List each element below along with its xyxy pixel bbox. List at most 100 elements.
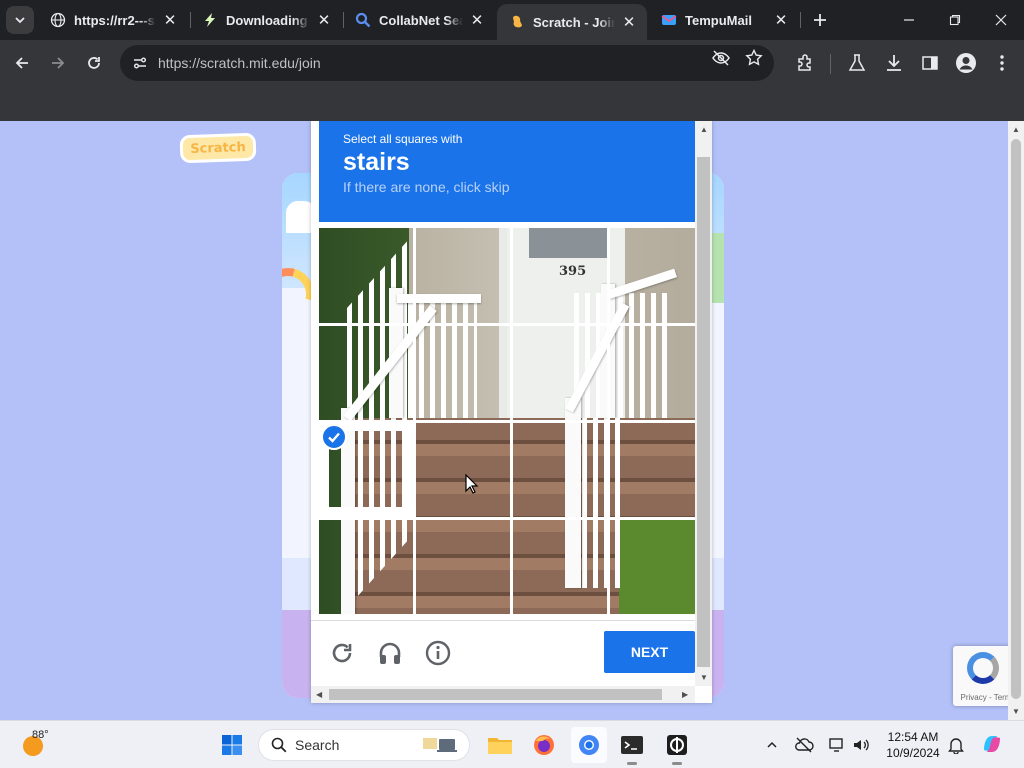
- tray-chevron-up-icon[interactable]: [762, 735, 782, 755]
- site-info-icon[interactable]: [130, 53, 150, 73]
- taskbar-chrome[interactable]: [571, 727, 607, 763]
- taskbar-clock[interactable]: 12:54 AM 10/9/2024: [880, 729, 946, 761]
- scroll-left-icon[interactable]: ◀: [316, 690, 322, 699]
- captcha-tile[interactable]: [507, 518, 601, 614]
- weather-widget[interactable]: 88°: [20, 729, 52, 761]
- plus-icon: [814, 14, 826, 26]
- menu-kebab-icon[interactable]: [991, 52, 1013, 74]
- captcha-horizontal-scrollbar[interactable]: ◀ ▶: [311, 686, 695, 703]
- clock-time: 12:54 AM: [887, 730, 939, 744]
- mail-icon: [661, 12, 677, 28]
- network-icon[interactable]: [827, 735, 847, 755]
- chrome-icon: [579, 735, 599, 755]
- taskbar-file-explorer[interactable]: [482, 727, 518, 763]
- copilot-icon[interactable]: [980, 732, 1004, 756]
- extensions-icon[interactable]: [794, 52, 816, 74]
- tab-rr2[interactable]: https://rr2---sn ✕: [38, 0, 188, 40]
- folder-icon: [488, 738, 512, 754]
- close-icon[interactable]: ✕: [469, 12, 485, 29]
- mouse-cursor-icon: [465, 474, 479, 494]
- close-icon[interactable]: ✕: [316, 12, 332, 29]
- tab-downloading[interactable]: Downloading Y ✕: [190, 0, 342, 40]
- minimize-button[interactable]: [886, 0, 932, 40]
- next-button[interactable]: NEXT: [604, 631, 695, 673]
- star-icon[interactable]: [744, 48, 764, 68]
- taskbar-app[interactable]: [659, 727, 695, 765]
- search-icon: [271, 737, 287, 753]
- notification-bell-icon[interactable]: [946, 735, 966, 755]
- labs-flask-icon[interactable]: [846, 52, 868, 74]
- arrow-left-icon: [15, 57, 28, 69]
- captcha-tile[interactable]: [413, 518, 507, 614]
- globe-icon: [50, 12, 66, 28]
- scroll-up-icon[interactable]: ▲: [700, 125, 708, 134]
- captcha-tile[interactable]: [413, 421, 507, 517]
- cloud-off-icon[interactable]: [794, 735, 814, 755]
- tab-search-button[interactable]: [6, 6, 34, 34]
- tab-title: Downloading Y: [226, 12, 310, 28]
- captcha-tile[interactable]: [413, 325, 507, 421]
- profile-avatar-icon[interactable]: [955, 52, 977, 74]
- search-highlight-icon: [423, 738, 457, 752]
- close-icon[interactable]: ✕: [162, 12, 178, 29]
- captcha-tile[interactable]: [601, 421, 695, 517]
- volume-icon[interactable]: [851, 735, 871, 755]
- tab-strip: https://rr2---sn ✕ Downloading Y ✕ Colla…: [0, 0, 1024, 40]
- scroll-right-icon[interactable]: ▶: [682, 690, 688, 699]
- taskbar-firefox[interactable]: [526, 727, 562, 763]
- hill-illustration: [710, 233, 724, 303]
- tab-scratch-join[interactable]: Scratch - Join S ✕: [497, 4, 647, 40]
- scrollbar-thumb[interactable]: [1011, 139, 1021, 699]
- new-tab-button[interactable]: [808, 8, 832, 32]
- captcha-tile[interactable]: [507, 228, 601, 324]
- captcha-tile[interactable]: [507, 421, 601, 517]
- recaptcha-logo-icon: [967, 652, 999, 684]
- scroll-down-icon[interactable]: ▼: [1012, 707, 1020, 716]
- forward-button[interactable]: [46, 51, 70, 75]
- close-icon[interactable]: ✕: [621, 14, 637, 31]
- restore-button[interactable]: [932, 0, 978, 40]
- scroll-up-icon[interactable]: ▲: [1012, 125, 1020, 134]
- eye-off-icon[interactable]: [711, 48, 731, 68]
- captcha-tile[interactable]: [601, 228, 695, 324]
- tab-collabnet[interactable]: CollabNet Sear ✕: [343, 0, 495, 40]
- captcha-tile[interactable]: [319, 325, 413, 421]
- taskbar-search[interactable]: Search: [258, 729, 470, 761]
- address-bar[interactable]: https://scratch.mit.edu/join: [120, 45, 774, 81]
- web-page: Scratch Select all squares with stairs I…: [0, 121, 1008, 720]
- captcha-tile[interactable]: [601, 518, 695, 614]
- captcha-tile[interactable]: [413, 228, 507, 324]
- reload-challenge-button[interactable]: [328, 639, 356, 667]
- taskbar-terminal[interactable]: [614, 727, 650, 765]
- reload-button[interactable]: [82, 51, 106, 75]
- logo-text: Scratch: [190, 139, 246, 157]
- captcha-tile[interactable]: [319, 518, 413, 614]
- tab-tempumail[interactable]: TempuMail ✕: [649, 0, 799, 40]
- close-window-button[interactable]: [978, 0, 1024, 40]
- grid-divider: [319, 420, 695, 423]
- captcha-tile[interactable]: [319, 228, 413, 324]
- captcha-tile[interactable]: [507, 325, 601, 421]
- audio-challenge-button[interactable]: [376, 639, 404, 667]
- search-label: Search: [295, 737, 340, 753]
- scratch-logo[interactable]: Scratch: [179, 132, 257, 164]
- download-icon[interactable]: [883, 52, 905, 74]
- captcha-vertical-scrollbar[interactable]: ▲ ▼: [695, 121, 712, 686]
- scroll-down-icon[interactable]: ▼: [700, 673, 708, 682]
- page-vertical-scrollbar[interactable]: ▲ ▼: [1008, 121, 1024, 720]
- recaptcha-terms[interactable]: Privacy - Terms: [953, 693, 1008, 702]
- recaptcha-badge[interactable]: Privacy - Terms: [953, 646, 1008, 706]
- captcha-tile[interactable]: [601, 325, 695, 421]
- headphones-icon: [379, 642, 401, 664]
- side-panel-icon[interactable]: [919, 52, 941, 74]
- captcha-header: Select all squares with stairs If there …: [319, 121, 695, 222]
- back-button[interactable]: [10, 51, 34, 75]
- start-button[interactable]: [214, 727, 250, 763]
- close-icon: [995, 14, 1007, 26]
- chevron-down-icon: [15, 17, 25, 24]
- scrollbar-thumb[interactable]: [329, 689, 662, 700]
- scrollbar-thumb[interactable]: [697, 157, 710, 667]
- firefox-icon: [534, 735, 554, 755]
- info-button[interactable]: [424, 639, 452, 667]
- close-icon[interactable]: ✕: [773, 12, 789, 29]
